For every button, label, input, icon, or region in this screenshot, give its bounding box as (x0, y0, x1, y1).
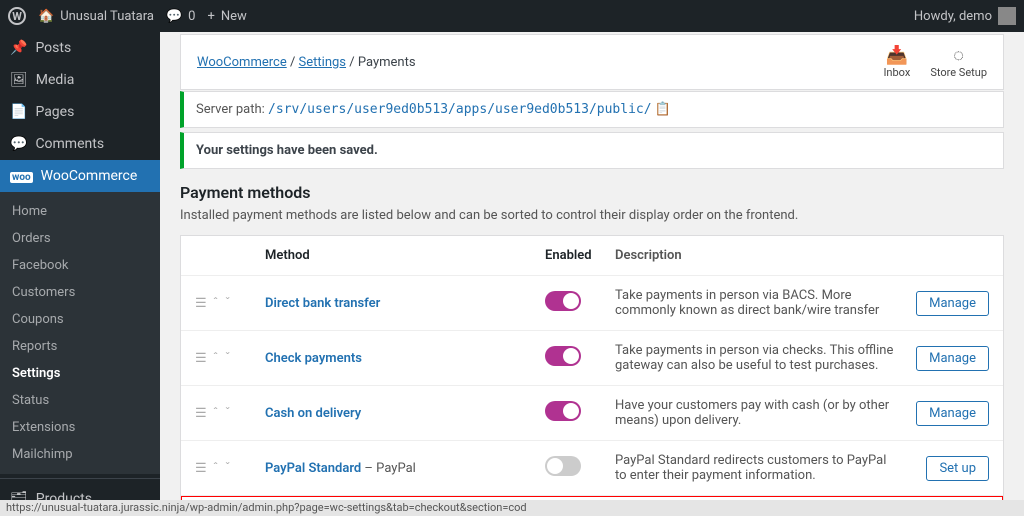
move-down-icon[interactable]: ˇ (225, 351, 231, 366)
store-setup-icon: ◌ (930, 45, 987, 66)
admin-sidebar: 📌Posts🖼Media📄Pages💬CommentswooWooCommerc… (0, 32, 160, 516)
method-link[interactable]: Check payments (265, 351, 362, 366)
submenu-facebook[interactable]: Facebook (0, 252, 160, 279)
manage-button[interactable]: Manage (916, 291, 989, 316)
section-title: Payment methods (180, 183, 1004, 202)
drag-handle-icon[interactable]: ☰ (195, 351, 207, 366)
menu-pages[interactable]: 📄Pages (0, 96, 160, 128)
method-desc: Take payments in person via BACS. More c… (615, 288, 899, 318)
move-up-icon[interactable]: ˆ (213, 461, 219, 476)
howdy-user[interactable]: Howdy, demo (914, 7, 1016, 25)
submenu-mailchimp[interactable]: Mailchimp (0, 441, 160, 468)
drag-handle-icon[interactable]: ☰ (195, 296, 207, 311)
submenu-settings[interactable]: Settings (0, 360, 160, 387)
wp-logo-icon[interactable]: W (8, 7, 26, 25)
payment-row: ☰ ˆ ˇ Cash on delivery Have your customers… (181, 386, 1003, 441)
payment-row: ☰ ˆ ˇ Direct bank transfer Take payments i… (181, 276, 1003, 331)
drag-handle-icon[interactable]: ☰ (195, 406, 207, 421)
method-link[interactable]: PayPal Standard (265, 461, 361, 476)
submenu-extensions[interactable]: Extensions (0, 414, 160, 441)
submenu-home[interactable]: Home (0, 198, 160, 225)
saved-notice: Your settings have been saved. (180, 132, 1004, 169)
payment-row: ☰ ˆ ˇPayPal Standard – PayPalPayPal Stan… (181, 441, 1003, 496)
manage-button[interactable]: Manage (916, 346, 989, 371)
breadcrumb: WooCommerce / Settings / Payments (197, 55, 416, 70)
breadcrumb-payments: Payments (358, 55, 416, 70)
method-desc: Have your customers pay with cash (or by… (615, 398, 899, 428)
submenu-coupons[interactable]: Coupons (0, 306, 160, 333)
menu-media[interactable]: 🖼Media (0, 64, 160, 96)
manage-button[interactable]: Set up (926, 456, 989, 481)
submenu-customers[interactable]: Customers (0, 279, 160, 306)
col-enabled: Enabled (545, 248, 615, 263)
avatar (998, 7, 1016, 25)
comments-count[interactable]: 💬 0 (166, 9, 196, 24)
method-link[interactable]: Direct bank transfer (265, 296, 380, 311)
new-content[interactable]: + New (207, 9, 246, 24)
move-down-icon[interactable]: ˇ (225, 406, 231, 421)
enabled-toggle[interactable] (545, 401, 581, 421)
submenu-orders[interactable]: Orders (0, 225, 160, 252)
inbox-icon: 📥 (883, 45, 910, 66)
menu-icon: 📌 (10, 40, 27, 56)
move-down-icon[interactable]: ˇ (225, 296, 231, 311)
inbox-button[interactable]: 📥Inbox (883, 45, 910, 79)
enabled-toggle[interactable] (545, 291, 581, 311)
method-desc: PayPal Standard redirects customers to P… (615, 453, 899, 483)
move-up-icon[interactable]: ˆ (213, 406, 219, 421)
status-bar: https://unusual-tuatara.jurassic.ninja/w… (0, 500, 1024, 516)
copy-icon[interactable]: 📋 (655, 102, 671, 117)
col-method: Method (265, 248, 545, 263)
menu-icon: woo (10, 168, 33, 184)
col-description: Description (615, 248, 899, 263)
menu-posts[interactable]: 📌Posts (0, 32, 160, 64)
move-down-icon[interactable]: ˇ (225, 461, 231, 476)
menu-icon: 📄 (10, 104, 27, 120)
menu-icon: 💬 (10, 136, 27, 152)
breadcrumb-settings[interactable]: Settings (299, 55, 346, 70)
store-setup-button[interactable]: ◌Store Setup (930, 45, 987, 79)
menu-comments[interactable]: 💬Comments (0, 128, 160, 160)
menu-woocommerce[interactable]: wooWooCommerce (0, 160, 160, 192)
payment-row: ☰ ˆ ˇ Check payments Take payments in pers… (181, 331, 1003, 386)
main-content: WooCommerce / Settings / Payments 📥Inbox… (160, 32, 1024, 500)
enabled-toggle[interactable] (545, 346, 581, 366)
server-path-notice: Server path: /srv/users/user9ed0b513/app… (180, 91, 1004, 128)
submenu-reports[interactable]: Reports (0, 333, 160, 360)
method-desc: Take payments in person via checks. This… (615, 343, 899, 373)
submenu-status[interactable]: Status (0, 387, 160, 414)
breadcrumb-woo[interactable]: WooCommerce (197, 55, 287, 70)
section-desc: Installed payment methods are listed bel… (180, 208, 1004, 223)
method-link[interactable]: Cash on delivery (265, 406, 361, 421)
site-name[interactable]: 🏠 Unusual Tuatara (38, 9, 154, 24)
enabled-toggle[interactable] (545, 456, 581, 476)
move-up-icon[interactable]: ˆ (213, 296, 219, 311)
drag-handle-icon[interactable]: ☰ (195, 461, 207, 476)
payment-methods-table: Method Enabled Description ☰ ˆ ˇ Direct b… (180, 235, 1004, 500)
menu-icon: 🖼 (10, 72, 28, 88)
manage-button[interactable]: Manage (916, 401, 989, 426)
move-up-icon[interactable]: ˆ (213, 351, 219, 366)
